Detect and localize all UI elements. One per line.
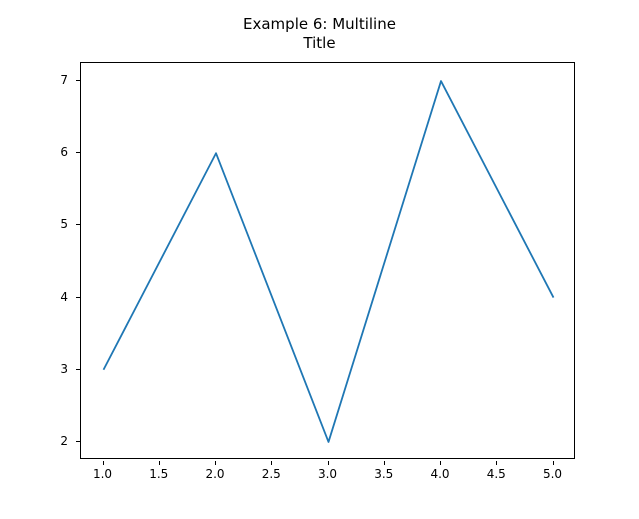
y-tick-mark: [76, 224, 80, 225]
y-tick-label: 2: [60, 434, 68, 448]
x-tick-mark: [215, 461, 216, 465]
y-tick-label: 4: [60, 290, 68, 304]
x-tick-mark: [159, 461, 160, 465]
x-tick-label: 3.0: [318, 467, 337, 481]
y-axis-ticks: 2 3 4 5 6 7: [0, 62, 80, 459]
chart-title-line1: Example 6: Multiline: [0, 15, 639, 34]
x-tick-label: 3.5: [374, 467, 393, 481]
x-axis-ticks: 1.0 1.5 2.0 2.5 3.0 3.5 4.0 4.5 5.0: [80, 461, 575, 481]
y-tick-mark: [76, 369, 80, 370]
chart-title: Example 6: Multiline Title: [0, 15, 639, 53]
x-tick-label: 5.0: [543, 467, 562, 481]
x-tick-mark: [103, 461, 104, 465]
y-tick-label: 6: [60, 145, 68, 159]
y-tick-label: 3: [60, 362, 68, 376]
x-tick-mark: [384, 461, 385, 465]
x-tick-label: 2.5: [262, 467, 281, 481]
x-tick-label: 2.0: [205, 467, 224, 481]
x-tick-label: 4.0: [430, 467, 449, 481]
y-tick-mark: [76, 152, 80, 153]
x-tick-label: 4.5: [487, 467, 506, 481]
x-tick-mark: [440, 461, 441, 465]
y-tick-mark: [76, 80, 80, 81]
x-tick-label: 1.0: [93, 467, 112, 481]
x-tick-mark: [553, 461, 554, 465]
x-tick-mark: [271, 461, 272, 465]
x-tick-mark: [328, 461, 329, 465]
y-tick-mark: [76, 297, 80, 298]
x-tick-mark: [496, 461, 497, 465]
chart-title-line2: Title: [0, 34, 639, 53]
line-series: [81, 63, 576, 460]
y-tick-mark: [76, 441, 80, 442]
series-path: [104, 81, 554, 442]
y-tick-label: 7: [60, 73, 68, 87]
plot-area: [80, 62, 575, 459]
x-tick-label: 1.5: [149, 467, 168, 481]
y-tick-label: 5: [60, 217, 68, 231]
